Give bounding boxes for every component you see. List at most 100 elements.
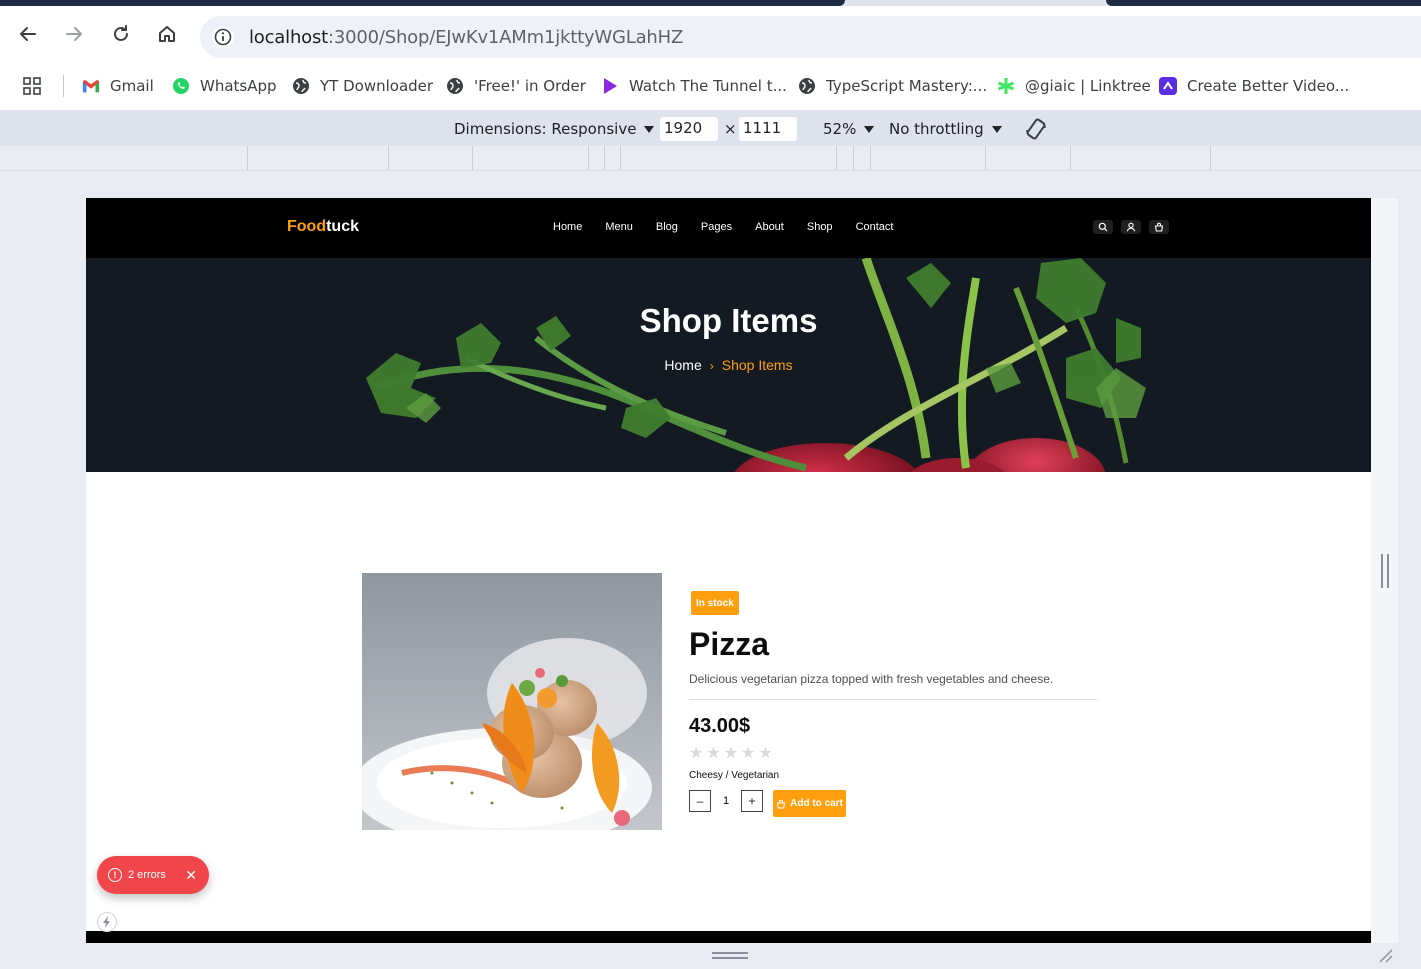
divider (689, 699, 1097, 700)
media-query-ruler (0, 146, 1421, 171)
star-icon: ★ (689, 745, 704, 762)
url-host: localhost (249, 27, 328, 48)
site-info-icon[interactable] (212, 26, 234, 48)
nav-menu[interactable]: Menu (605, 221, 633, 233)
back-button[interactable] (14, 20, 42, 48)
nav-home[interactable]: Home (553, 221, 582, 233)
product-tags: Cheesy / Vegetarian (689, 770, 780, 781)
browser-toolbar: localhost:3000/Shop/EJwKv1AMm1jkttyWGLah… (0, 6, 1421, 62)
height-input[interactable]: 1111 (739, 117, 797, 141)
user-icon[interactable] (1121, 220, 1141, 234)
device-viewport: Foodtuck Home Menu Blog Pages About Shop… (86, 198, 1371, 943)
url-text[interactable]: localhost:3000/Shop/EJwKv1AMm1jkttyWGLah… (249, 27, 683, 48)
throttling-dropdown[interactable]: No throttling (889, 120, 1002, 138)
product-image (362, 573, 662, 830)
star-icon: ★ (706, 745, 721, 762)
lightning-icon (103, 916, 110, 928)
url-path: :3000/Shop/EJwKv1AMm1jkttyWGLahHZ (328, 27, 684, 48)
linktree-icon (997, 77, 1015, 95)
reload-button[interactable] (107, 20, 135, 48)
error-count: 2 errors (128, 869, 166, 881)
cart-icon[interactable] (1149, 220, 1169, 234)
caret-down-icon (864, 125, 875, 133)
search-icon[interactable] (1093, 220, 1113, 234)
nav-contact[interactable]: Contact (856, 221, 894, 233)
bookmark-label: Create Better Video... (1187, 77, 1350, 95)
bookmark-watch-tunnel[interactable]: Watch The Tunnel t... (601, 75, 787, 97)
shopping-bag-icon (776, 799, 786, 809)
caret-down-icon (644, 125, 655, 133)
apps-grid-icon (23, 77, 41, 95)
error-toast[interactable]: ! 2 errors ✕ (97, 856, 209, 894)
bookmarks-bar: Gmail WhatsApp YT Downloader 'Free!' in … (0, 62, 1421, 110)
nav-about[interactable]: About (755, 221, 784, 233)
dimension-separator: × (724, 120, 737, 138)
throttling-label: No throttling (889, 120, 984, 138)
hero-banner: Shop Items Home › Shop Items (86, 258, 1371, 472)
zoom-dropdown[interactable]: 52% (823, 120, 875, 138)
bookmark-label: WhatsApp (200, 77, 277, 95)
bookmark-gmail[interactable]: Gmail (82, 75, 154, 97)
bookmark-free-in-order[interactable]: 'Free!' in Order (446, 75, 586, 97)
resize-handle-right[interactable] (1381, 554, 1389, 588)
arrow-left-icon (20, 27, 36, 41)
site-logo[interactable]: Foodtuck (287, 218, 359, 236)
add-to-cart-button[interactable]: Add to cart (773, 790, 846, 817)
globe-icon (292, 77, 310, 95)
reload-icon (114, 25, 128, 41)
zoom-label: 52% (823, 120, 857, 138)
nav-pages[interactable]: Pages (701, 221, 732, 233)
footer-edge (86, 931, 1371, 943)
star-icon: ★ (741, 745, 756, 762)
bookmark-typescript[interactable]: TypeScript Mastery:... (798, 75, 987, 97)
address-bar[interactable]: localhost:3000/Shop/EJwKv1AMm1jkttyWGLah… (200, 16, 1421, 58)
logo-accent: Food (287, 218, 327, 235)
nav-blog[interactable]: Blog (656, 221, 678, 233)
dimensions-dropdown[interactable]: Dimensions: Responsive (454, 120, 655, 138)
nav-shop[interactable]: Shop (807, 221, 833, 233)
resize-handle-corner[interactable] (1376, 946, 1394, 964)
globe-icon (446, 77, 464, 95)
bookmark-whatsapp[interactable]: WhatsApp (172, 75, 277, 97)
site-header: Foodtuck Home Menu Blog Pages About Shop… (86, 198, 1371, 258)
increment-button[interactable]: + (741, 790, 763, 812)
decrement-button[interactable]: – (689, 790, 711, 812)
gmail-icon (82, 77, 100, 95)
bookmark-linktree[interactable]: @giaic | Linktree (997, 75, 1151, 97)
rotate-button[interactable] (1024, 117, 1048, 141)
header-icons (1093, 220, 1169, 234)
video-app-icon (1159, 77, 1177, 95)
star-icon: ★ (758, 745, 773, 762)
dev-indicator[interactable] (97, 912, 117, 932)
rating-stars: ★ ★ ★ ★ ★ (689, 746, 773, 762)
width-input[interactable]: 1920 (660, 117, 718, 141)
breadcrumb-separator: › (709, 359, 714, 373)
quantity-stepper: – 1 + (689, 790, 763, 812)
bookmark-label: TypeScript Mastery:... (826, 77, 988, 95)
quantity-value[interactable]: 1 (711, 790, 741, 812)
play-icon (601, 77, 619, 95)
bookmarks-separator (63, 75, 64, 97)
devtools-device-toolbar: Dimensions: Responsive 1920 × 1111 52% N… (0, 110, 1421, 146)
bookmark-create-video[interactable]: Create Better Video... (1159, 75, 1349, 97)
error-icon: ! (108, 868, 122, 882)
resize-handle-bottom[interactable] (712, 952, 748, 960)
bookmark-label: @giaic | Linktree (1025, 77, 1151, 95)
apps-button[interactable] (22, 75, 42, 97)
bookmark-yt-downloader[interactable]: YT Downloader (292, 75, 433, 97)
home-button[interactable] (153, 20, 181, 48)
rotate-icon (1026, 118, 1046, 140)
add-to-cart-label: Add to cart (790, 798, 843, 809)
caret-down-icon (991, 125, 1002, 133)
arrow-right-icon (66, 27, 82, 41)
whatsapp-icon (172, 77, 190, 95)
forward-button[interactable] (60, 20, 88, 48)
close-icon[interactable]: ✕ (185, 868, 197, 882)
breadcrumb-home[interactable]: Home (664, 357, 701, 373)
breadcrumb: Home › Shop Items (86, 357, 1371, 373)
stock-badge: In stock (691, 591, 739, 615)
product-description: Delicious vegetarian pizza topped with f… (689, 672, 1054, 686)
bookmark-label: YT Downloader (320, 77, 434, 95)
star-icon: ★ (723, 745, 739, 762)
breadcrumb-current: Shop Items (721, 357, 793, 373)
